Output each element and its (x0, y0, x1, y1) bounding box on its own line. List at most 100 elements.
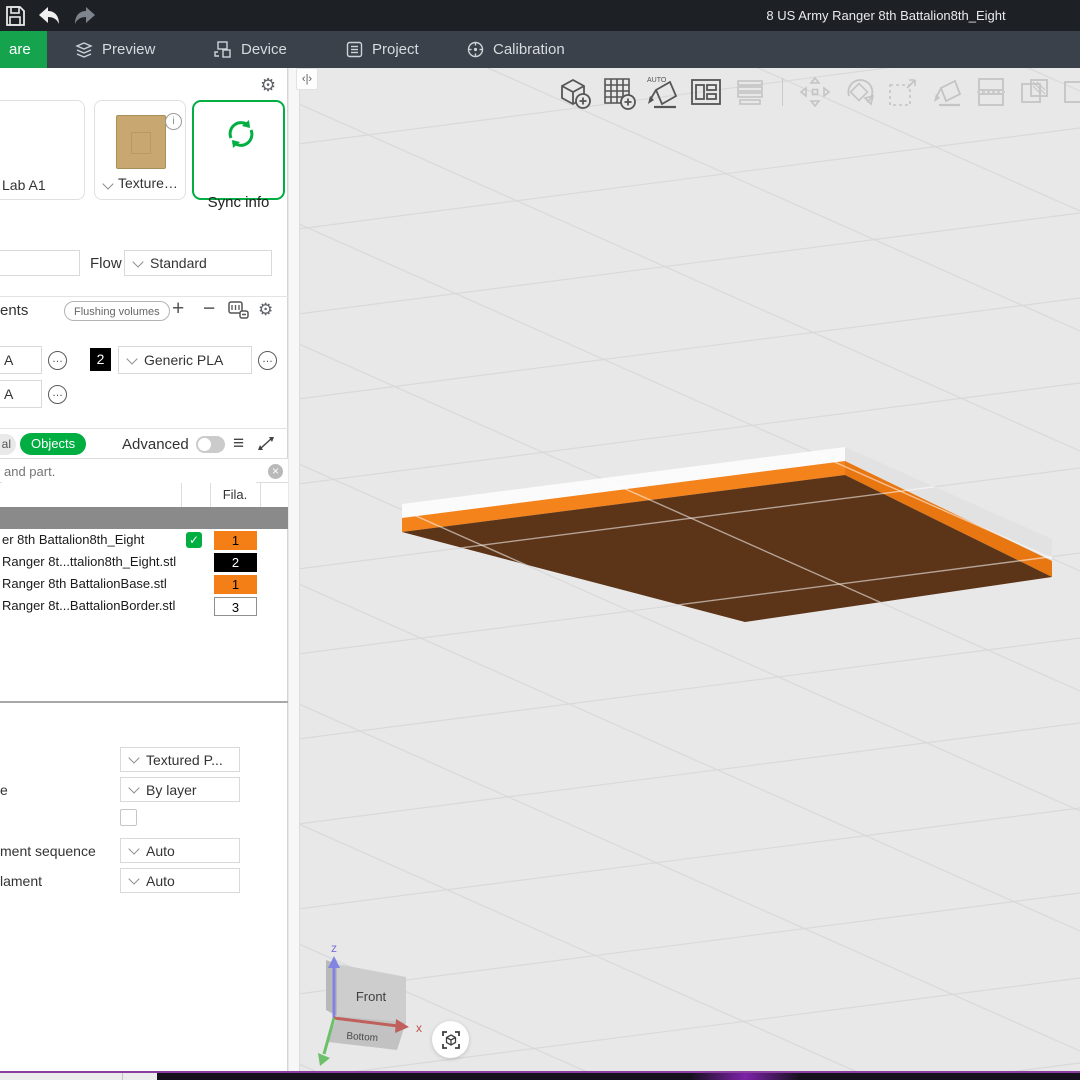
split-objects-icon (1017, 74, 1053, 110)
object-visible-checkbox[interactable]: ✓ (186, 532, 202, 548)
object-row[interactable]: er 8th Battalion8th_Eight ✓ 1 (0, 529, 288, 551)
sidebar-scrollbar[interactable] (289, 68, 300, 1071)
first-filament-select[interactable]: Auto (120, 868, 240, 893)
plate-type-select[interactable]: Textured P... (120, 747, 240, 772)
plate-thumbnail (116, 115, 166, 169)
main-tab-bar: are Preview Device Projec (0, 31, 1080, 68)
assembly-icon (1061, 74, 1080, 110)
viewport-3d[interactable]: Front Bottom z x y (300, 68, 1080, 1071)
printer-settings-gear-icon[interactable]: ⚙ (260, 76, 276, 94)
print-sequence-select[interactable]: By layer (120, 777, 240, 802)
bottom-strip-glow (690, 1073, 800, 1080)
arrange-icon[interactable] (688, 74, 724, 110)
filament-2-menu-icon[interactable]: … (258, 351, 277, 370)
filament-assign-badge[interactable]: 3 (214, 597, 257, 616)
scale-icon (885, 74, 921, 110)
ams-icon[interactable] (228, 301, 249, 320)
info-icon[interactable]: i (165, 113, 182, 130)
bottom-strip-right (157, 1073, 1080, 1080)
plate-row-selected[interactable] (0, 507, 288, 529)
tab-prepare[interactable]: are (0, 31, 47, 68)
filament-2-color-badge[interactable]: 2 (90, 348, 111, 371)
list-view-icon[interactable]: ≡ (233, 434, 244, 453)
section-divider (0, 701, 288, 703)
tab-global[interactable]: al (0, 434, 16, 455)
object-search-input[interactable] (2, 460, 256, 483)
advanced-label: Advanced (122, 436, 189, 453)
object-row[interactable]: Ranger 8th BattalionBase.stl 1 (0, 573, 288, 595)
tab-device[interactable]: Device (214, 31, 287, 68)
filament-assign-badge[interactable]: 1 (214, 575, 257, 594)
flow-ratio-input[interactable] (0, 250, 80, 276)
filament-sequence-select[interactable]: Auto (120, 838, 240, 863)
printer-card[interactable]: Lab A1 (0, 100, 85, 200)
rotate-icon (841, 74, 877, 110)
device-icon (214, 41, 232, 58)
clear-search-icon[interactable]: × (268, 464, 283, 479)
window-title: 8 US Army Ranger 8th Battalion8th_Eight (766, 8, 1005, 23)
redo-icon[interactable] (74, 6, 96, 26)
nav-cube[interactable]: Front Bottom z x y (314, 941, 422, 1071)
sidebar: ⚙ Lab A1 i Texture… Sync info Flow (0, 68, 288, 1071)
filament-2-select[interactable]: Generic PLA (118, 346, 252, 374)
tab-preview[interactable]: Preview (75, 31, 155, 68)
flow-select[interactable]: Standard (124, 250, 272, 276)
add-filament-button[interactable]: + (172, 299, 184, 319)
undo-icon[interactable] (38, 6, 60, 26)
add-plate-icon[interactable] (600, 74, 636, 110)
nav-cube-bottom-label: Bottom (346, 1031, 378, 1044)
calibration-icon (467, 41, 484, 58)
chevron-down-icon (128, 873, 139, 884)
toolbar-separator (782, 78, 783, 106)
axis-z-label: z (331, 941, 337, 955)
filament-3-select[interactable]: A (0, 380, 42, 408)
auto-orient-icon[interactable]: AUTO (644, 74, 680, 110)
filament-3-menu-icon[interactable]: … (48, 385, 67, 404)
bottom-strip-divider (122, 1073, 123, 1080)
save-icon[interactable] (4, 5, 26, 27)
chevron-down-icon (128, 843, 139, 854)
tab-objects[interactable]: Objects (20, 433, 86, 455)
tab-calibration[interactable]: Calibration (467, 31, 565, 68)
divider (0, 296, 288, 297)
bottom-strip-left (0, 1073, 157, 1080)
chevron-down-icon (128, 782, 139, 793)
axis-x-label: x (416, 1021, 422, 1035)
nav-cube-front-label: Front (356, 989, 387, 1004)
advanced-toggle[interactable] (196, 436, 225, 453)
add-object-icon[interactable] (556, 74, 592, 110)
split-layers-icon (732, 74, 768, 110)
sync-info-button[interactable]: Sync info (192, 100, 285, 200)
scene-canvas[interactable]: Front Bottom z x y (300, 68, 1080, 1071)
chevron-down-icon (132, 256, 143, 267)
svg-text:AUTO: AUTO (647, 77, 667, 84)
filament-assign-badge[interactable]: 1 (214, 531, 257, 550)
tab-project[interactable]: Project (346, 31, 419, 68)
build-plate-card[interactable]: i Texture… (94, 100, 186, 200)
filament-1-select[interactable]: A (0, 346, 42, 374)
divider (0, 428, 288, 429)
remove-filament-button[interactable]: − (203, 299, 215, 319)
move-icon (797, 74, 833, 110)
fit-view-icon (441, 1030, 461, 1050)
filament-1-menu-icon[interactable]: … (48, 351, 67, 370)
title-bar: 8 US Army Ranger 8th Battalion8th_Eight (0, 0, 1080, 31)
layers-icon (75, 42, 93, 58)
object-row[interactable]: Ranger 8t...ttalion8th_Eight.stl 2 (0, 551, 288, 573)
filaments-header: ents (0, 302, 28, 319)
sync-info-label: Sync info (194, 194, 283, 211)
chevron-down-icon (126, 353, 137, 364)
fit-view-button[interactable] (432, 1021, 469, 1058)
chevron-down-icon (128, 752, 139, 763)
sort-icon[interactable] (257, 435, 275, 452)
filament-assign-badge[interactable]: 2 (214, 553, 257, 572)
print-sequence-label: e (0, 782, 8, 798)
chevron-down-icon (102, 178, 113, 189)
plate-option-checkbox[interactable] (120, 809, 137, 826)
sidebar-collapse-button[interactable]: ‹|› (296, 68, 318, 90)
object-row[interactable]: Ranger 8t...BattalionBorder.stl 3 (0, 595, 288, 617)
filament-settings-gear-icon[interactable]: ⚙ (258, 301, 273, 319)
flushing-volumes-button[interactable]: Flushing volumes (64, 301, 170, 321)
object-search-box: × (0, 458, 288, 483)
filament-column-header: Fila. (210, 487, 260, 502)
